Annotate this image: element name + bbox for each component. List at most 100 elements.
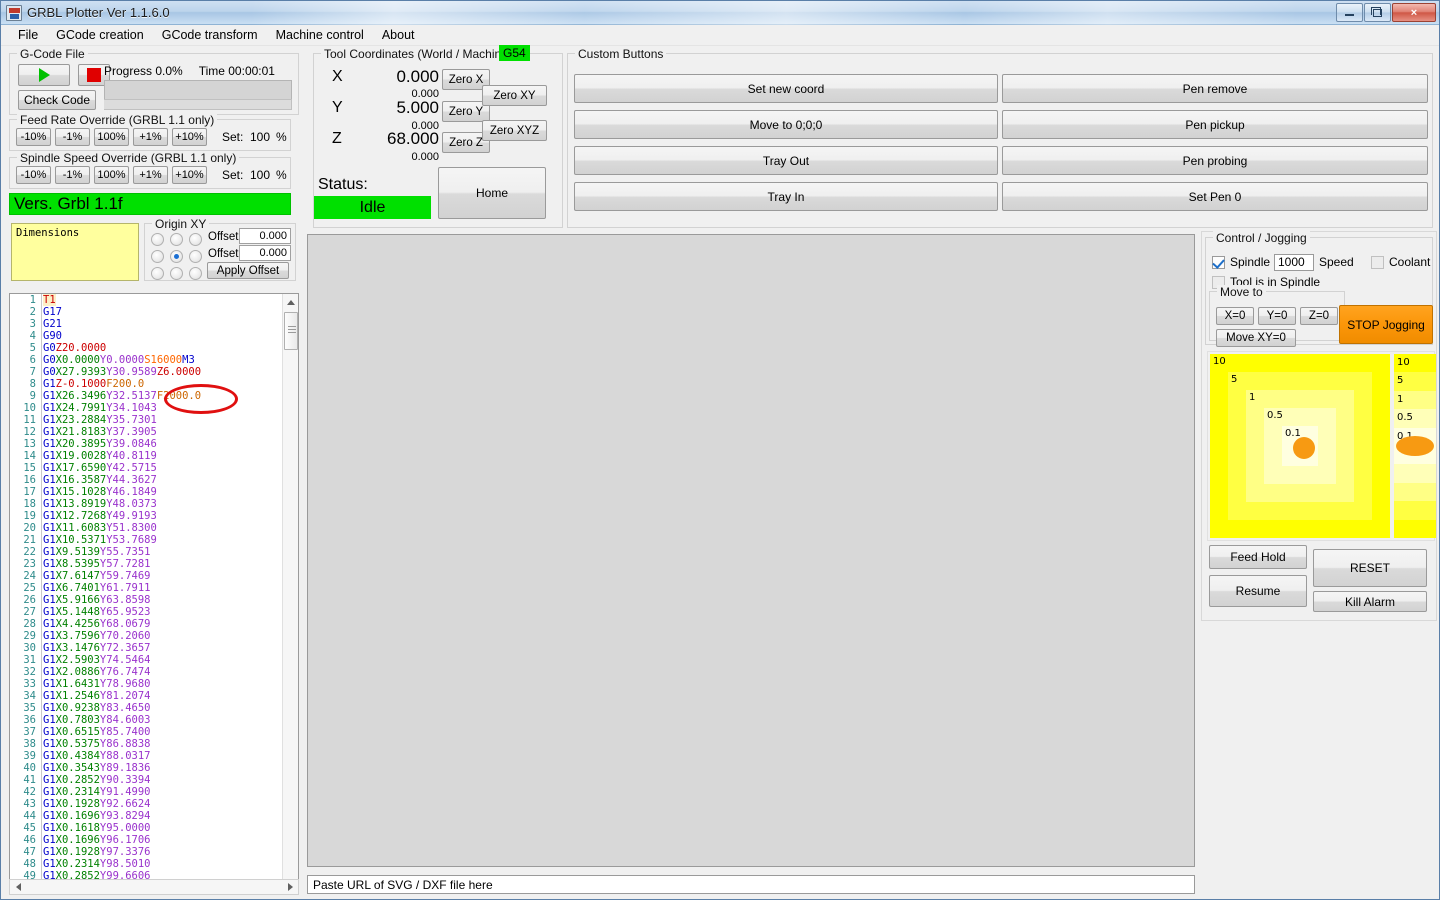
scroll-up-button[interactable] bbox=[283, 294, 298, 310]
custom-button-tray-out[interactable]: Tray Out bbox=[574, 146, 998, 175]
gcode-line[interactable]: G1X5.1448Y65.9523 bbox=[43, 606, 281, 618]
zero-xy-button[interactable]: Zero XY bbox=[482, 85, 547, 106]
jog-z-band-6[interactable] bbox=[1394, 464, 1436, 483]
feed-minus10-button[interactable]: -10% bbox=[16, 128, 51, 146]
feed-hold-button[interactable]: Feed Hold bbox=[1209, 545, 1307, 569]
jog-xy-center-dot[interactable] bbox=[1293, 437, 1315, 459]
gcode-line[interactable]: G1X4.4256Y68.0679 bbox=[43, 618, 281, 630]
apply-offset-button[interactable]: Apply Offset bbox=[207, 262, 289, 279]
origin-radio-7[interactable] bbox=[170, 267, 183, 280]
gcode-line[interactable]: G1X23.2884Y35.7301 bbox=[43, 414, 281, 426]
origin-radio-0[interactable] bbox=[151, 233, 164, 246]
gcode-line[interactable]: G1X11.6083Y51.8300 bbox=[43, 522, 281, 534]
gcode-line[interactable]: G21 bbox=[43, 318, 281, 330]
gcode-line[interactable]: G1X0.3543Y89.1836 bbox=[43, 762, 281, 774]
gcode-vertical-scrollbar[interactable] bbox=[282, 294, 298, 892]
spindle-plus1-button[interactable]: +1% bbox=[133, 166, 168, 184]
gcode-line[interactable]: G1X9.5139Y55.7351 bbox=[43, 546, 281, 558]
close-button[interactable]: × bbox=[1392, 3, 1436, 22]
check-code-button[interactable]: Check Code bbox=[18, 90, 96, 110]
origin-radio-5[interactable] bbox=[189, 250, 202, 263]
gcode-line[interactable]: G1X0.1696Y96.1706 bbox=[43, 834, 281, 846]
custom-button-set-new-coord[interactable]: Set new coord bbox=[574, 74, 998, 103]
menu-item-about[interactable]: About bbox=[373, 25, 424, 45]
gcode-line[interactable]: G1X1.2546Y81.2074 bbox=[43, 690, 281, 702]
gcode-line[interactable]: G1Z-0.1000F200.0 bbox=[43, 378, 281, 390]
gcode-line[interactable]: G1X7.6147Y59.7469 bbox=[43, 570, 281, 582]
gcode-line[interactable]: G1X15.1028Y46.1849 bbox=[43, 486, 281, 498]
offset-y-input[interactable]: 0.000 bbox=[239, 245, 291, 261]
feed-minus1-button[interactable]: -1% bbox=[55, 128, 90, 146]
origin-radio-8[interactable] bbox=[189, 267, 202, 280]
gcode-preview-canvas[interactable] bbox=[307, 234, 1195, 867]
gcode-line[interactable]: G1X8.5395Y57.7281 bbox=[43, 558, 281, 570]
jog-z-center-dot[interactable] bbox=[1396, 436, 1434, 456]
gcode-line[interactable]: G1X0.2314Y91.4990 bbox=[43, 786, 281, 798]
gcode-line[interactable]: G1X0.9238Y83.4650 bbox=[43, 702, 281, 714]
gcode-line[interactable]: G1X0.4384Y88.0317 bbox=[43, 750, 281, 762]
gcode-line[interactable]: G1X16.3587Y44.3627 bbox=[43, 474, 281, 486]
spindle-minus1-button[interactable]: -1% bbox=[55, 166, 90, 184]
gcode-line[interactable]: G1X5.9166Y63.8598 bbox=[43, 594, 281, 606]
gcode-line[interactable]: G1X0.7803Y84.6003 bbox=[43, 714, 281, 726]
start-button[interactable] bbox=[18, 64, 70, 86]
gcode-line[interactable]: G1X20.3895Y39.0846 bbox=[43, 438, 281, 450]
scroll-left-button[interactable] bbox=[10, 880, 26, 894]
jog-pad-z[interactable]: 10 5 1 0.5 0.1 bbox=[1394, 354, 1436, 538]
spindle-checkbox[interactable] bbox=[1212, 256, 1225, 269]
resume-button[interactable]: Resume bbox=[1209, 575, 1307, 607]
svg-dxf-url-input[interactable]: Paste URL of SVG / DXF file here bbox=[307, 875, 1195, 894]
gcode-line[interactable]: G1X1.6431Y78.9680 bbox=[43, 678, 281, 690]
gcode-line[interactable]: G1X3.7596Y70.2060 bbox=[43, 630, 281, 642]
gcode-line[interactable]: G1X19.0028Y40.8119 bbox=[43, 450, 281, 462]
jog-pad-xy[interactable]: 10 5 1 0.5 0.1 bbox=[1210, 354, 1390, 538]
gcode-line[interactable]: G1X0.1928Y97.3376 bbox=[43, 846, 281, 858]
spindle-speed-input[interactable]: 1000 bbox=[1274, 254, 1314, 271]
origin-radio-3[interactable] bbox=[151, 250, 164, 263]
offset-x-input[interactable]: 0.000 bbox=[239, 228, 291, 244]
move-xy0-button[interactable]: Move XY=0 bbox=[1216, 329, 1296, 347]
custom-button-pen-probing[interactable]: Pen probing bbox=[1002, 146, 1428, 175]
feed-plus1-button[interactable]: +1% bbox=[133, 128, 168, 146]
gcode-line[interactable]: G90 bbox=[43, 330, 281, 342]
gcode-text-area[interactable]: T1 G17 G21 G90 G0Z20.0000 G0X0.0000Y0.0000S16… bbox=[43, 294, 281, 892]
maximize-button[interactable] bbox=[1364, 3, 1391, 22]
gcode-line[interactable]: G1X0.2852Y90.3394 bbox=[43, 774, 281, 786]
origin-radio-1[interactable] bbox=[170, 233, 183, 246]
minimize-button[interactable] bbox=[1336, 3, 1363, 22]
gcode-line[interactable]: G1X0.1618Y95.0000 bbox=[43, 822, 281, 834]
gcode-line[interactable]: G1X0.1928Y92.6624 bbox=[43, 798, 281, 810]
gcode-line[interactable]: G1X3.1476Y72.3657 bbox=[43, 642, 281, 654]
gcode-line[interactable]: G1X2.0886Y76.7474 bbox=[43, 666, 281, 678]
stop-jogging-button[interactable]: STOP Jogging bbox=[1339, 305, 1433, 344]
gcode-line[interactable]: G1X0.2314Y98.5010 bbox=[43, 858, 281, 870]
custom-button-move-to-000[interactable]: Move to 0;0;0 bbox=[574, 110, 998, 139]
gcode-line[interactable]: G1X0.6515Y85.7400 bbox=[43, 726, 281, 738]
gcode-editor[interactable]: 1 2 3 4 5 6 7 8 9 10 11 12 13 14 15 16 17 18 19 20 21 22 23 24 2… bbox=[9, 293, 299, 893]
gcode-line[interactable]: G1X10.5371Y53.7689 bbox=[43, 534, 281, 546]
custom-button-set-pen-0[interactable]: Set Pen 0 bbox=[1002, 182, 1428, 211]
gcode-line[interactable]: G1X17.6590Y42.5715 bbox=[43, 462, 281, 474]
spindle-100-button[interactable]: 100% bbox=[94, 166, 129, 184]
gcode-line[interactable]: G1X12.7268Y49.9193 bbox=[43, 510, 281, 522]
gcode-line[interactable]: G1X6.7401Y61.7911 bbox=[43, 582, 281, 594]
origin-radio-4[interactable] bbox=[170, 250, 183, 263]
jog-z-band-9[interactable] bbox=[1394, 519, 1436, 538]
menu-item-gcode-transform[interactable]: GCode transform bbox=[153, 25, 267, 45]
gcode-line[interactable]: G1X26.3496Y32.5137F2000.0 bbox=[43, 390, 281, 402]
scroll-thumb[interactable] bbox=[284, 312, 298, 350]
move-z0-button[interactable]: Z=0 bbox=[1300, 307, 1338, 325]
menu-item-gcode-creation[interactable]: GCode creation bbox=[47, 25, 153, 45]
spindle-minus10-button[interactable]: -10% bbox=[16, 166, 51, 184]
gcode-line[interactable]: G1X2.5903Y74.5464 bbox=[43, 654, 281, 666]
feed-100-button[interactable]: 100% bbox=[94, 128, 129, 146]
gcode-horizontal-scrollbar[interactable] bbox=[9, 879, 299, 895]
home-button[interactable]: Home bbox=[438, 167, 546, 219]
gcode-line[interactable]: G1X24.7991Y34.1043 bbox=[43, 402, 281, 414]
gcode-line[interactable]: G1X21.8183Y37.3905 bbox=[43, 426, 281, 438]
menu-item-machine-control[interactable]: Machine control bbox=[267, 25, 373, 45]
origin-radio-6[interactable] bbox=[151, 267, 164, 280]
gcode-line[interactable]: G0Z20.0000 bbox=[43, 342, 281, 354]
custom-button-tray-in[interactable]: Tray In bbox=[574, 182, 998, 211]
gcode-line[interactable]: T1 bbox=[43, 294, 281, 306]
